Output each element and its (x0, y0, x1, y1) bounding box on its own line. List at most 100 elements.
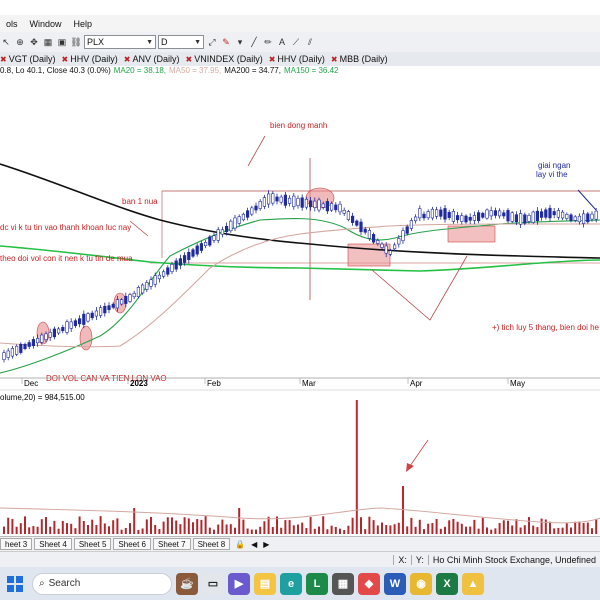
pen-color-icon[interactable]: ✎ (220, 36, 232, 48)
sheet-tab[interactable]: heet 3 (0, 538, 33, 550)
volume-bar (116, 518, 119, 534)
volume-bar (574, 521, 577, 534)
candle-body (31, 339, 35, 347)
dropdown-icon[interactable]: ▾ (234, 36, 246, 48)
meet-icon[interactable]: ▶ (228, 572, 250, 595)
sheet-tab[interactable]: Sheet 4 (34, 538, 72, 550)
close-icon[interactable]: ✖ (0, 55, 7, 64)
candle-body (371, 234, 376, 243)
tab-hhv-2[interactable]: ✖ HHV (Daily) (269, 54, 325, 64)
edge-icon[interactable]: e (280, 572, 302, 595)
search-label: Search (48, 578, 81, 589)
trendline-icon[interactable]: ⟋ (290, 36, 302, 48)
pointer-icon[interactable]: ↖ (0, 36, 12, 48)
close-icon[interactable]: ✖ (62, 55, 69, 64)
sheet-tab[interactable]: Sheet 5 (73, 538, 112, 550)
candle-body (225, 225, 229, 233)
volume-bar (36, 526, 39, 534)
candle-body (384, 245, 388, 254)
candle-body (317, 199, 321, 211)
calculator-icon[interactable]: ▦ (332, 572, 354, 595)
close-icon[interactable]: ✖ (124, 55, 131, 64)
tab-vgt[interactable]: ✖ VGT (Daily) (0, 54, 56, 64)
tab-vnindex[interactable]: ✖ VNINDEX (Daily) (185, 54, 262, 64)
file-explorer-icon[interactable]: ▤ (254, 572, 276, 595)
chrome-icon[interactable]: ◉ (410, 572, 432, 595)
brush-icon[interactable]: ✏ (262, 36, 274, 48)
store-icon[interactable]: ◆ (358, 572, 380, 595)
candle-body (481, 212, 485, 218)
search-icon: ⌕ (39, 578, 45, 589)
word-icon[interactable]: W (384, 572, 406, 595)
candle-body (388, 250, 393, 255)
candle-body (61, 327, 65, 332)
volume-bars (3, 400, 598, 534)
candle-body (590, 213, 594, 220)
arrow-line (247, 135, 266, 167)
close-icon[interactable]: ✖ (331, 55, 338, 64)
volume-bar (246, 528, 249, 534)
text-tool-icon[interactable]: A (276, 36, 288, 48)
volume-bar (435, 518, 438, 534)
channel-icon[interactable]: ⫽ (304, 36, 316, 48)
candle-body (153, 275, 157, 285)
annotation-text: dc vi k tu tin vao thanh khoan luc nay (0, 223, 131, 232)
volume-bar (158, 529, 161, 534)
chevron-down-icon: ▼ (146, 38, 153, 46)
chart-area[interactable]: bien dong manh ban 1 nua dc vi k tu tin … (0, 78, 600, 536)
volume-bar (477, 528, 480, 534)
excel-icon[interactable]: X (436, 572, 458, 595)
link-icon[interactable]: ⛓ (70, 36, 82, 48)
menu-help[interactable]: Help (68, 19, 99, 29)
x-tick-label: Feb (207, 379, 221, 388)
candle-body (527, 215, 531, 222)
lock-icon[interactable]: 🔒 (235, 540, 245, 549)
candle-body (586, 213, 590, 223)
tab-mbb[interactable]: ✖ MBB (Daily) (331, 54, 388, 64)
indicator-icon[interactable]: ▦ (42, 36, 54, 48)
sheet-tab[interactable]: Sheet 7 (152, 538, 191, 550)
chevron-left-icon[interactable]: ◀ (251, 540, 257, 549)
task-view-icon[interactable]: ▭ (202, 572, 224, 595)
candle-body (560, 211, 565, 219)
menu-tools[interactable]: ols (0, 19, 24, 29)
tab-anv[interactable]: ✖ ANV (Daily) (124, 54, 180, 64)
coffee-app-icon[interactable]: ☕ (176, 572, 198, 595)
expand-icon[interactable]: ⤢ (206, 36, 218, 48)
sheet-tab[interactable]: Sheet 8 (192, 538, 231, 550)
period-combo[interactable]: D ▼ (158, 35, 204, 49)
ma200-text: MA200 = 34.77, (224, 66, 281, 75)
volume-bar (24, 516, 26, 534)
grid-icon[interactable]: ▣ (56, 36, 68, 48)
close-icon[interactable]: ✖ (269, 55, 276, 64)
candle-body (40, 334, 44, 343)
candle-body (254, 205, 258, 211)
candle-body (262, 197, 267, 207)
sheet-tab[interactable]: Sheet 6 (113, 538, 151, 550)
menu-window[interactable]: Window (24, 19, 68, 29)
close-icon[interactable]: ✖ (185, 55, 192, 64)
volume-bar (19, 523, 22, 534)
volume-bar (389, 525, 392, 534)
volume-bar (255, 529, 257, 534)
draw-line-icon[interactable]: ╱ (248, 36, 260, 48)
volume-bar (523, 525, 526, 534)
symbol-combo[interactable]: PLX ▼ (84, 35, 156, 49)
taskbar-search[interactable]: ⌕ Search (32, 572, 172, 595)
candle-body (266, 193, 271, 205)
tab-hhv[interactable]: ✖ HHV (Daily) (62, 54, 118, 64)
candle-body (191, 249, 195, 257)
pan-icon[interactable]: ✥ (28, 36, 40, 48)
windows-start-icon[interactable] (4, 573, 26, 595)
chevron-right-icon[interactable]: ▶ (263, 540, 269, 549)
drive-icon[interactable]: ▲ (462, 572, 484, 595)
volume-bar (473, 519, 476, 534)
arrow-head (406, 463, 414, 472)
zoom-icon[interactable]: ⊕ (14, 36, 26, 48)
annotation-text: ban 1 nua (122, 197, 158, 206)
candle-body (107, 305, 111, 310)
candle-body (69, 321, 73, 329)
annotation-text: +) tich luy 5 thang, bien doi he (492, 323, 600, 332)
app-l-icon[interactable]: L (306, 572, 328, 595)
volume-bar (78, 516, 81, 534)
